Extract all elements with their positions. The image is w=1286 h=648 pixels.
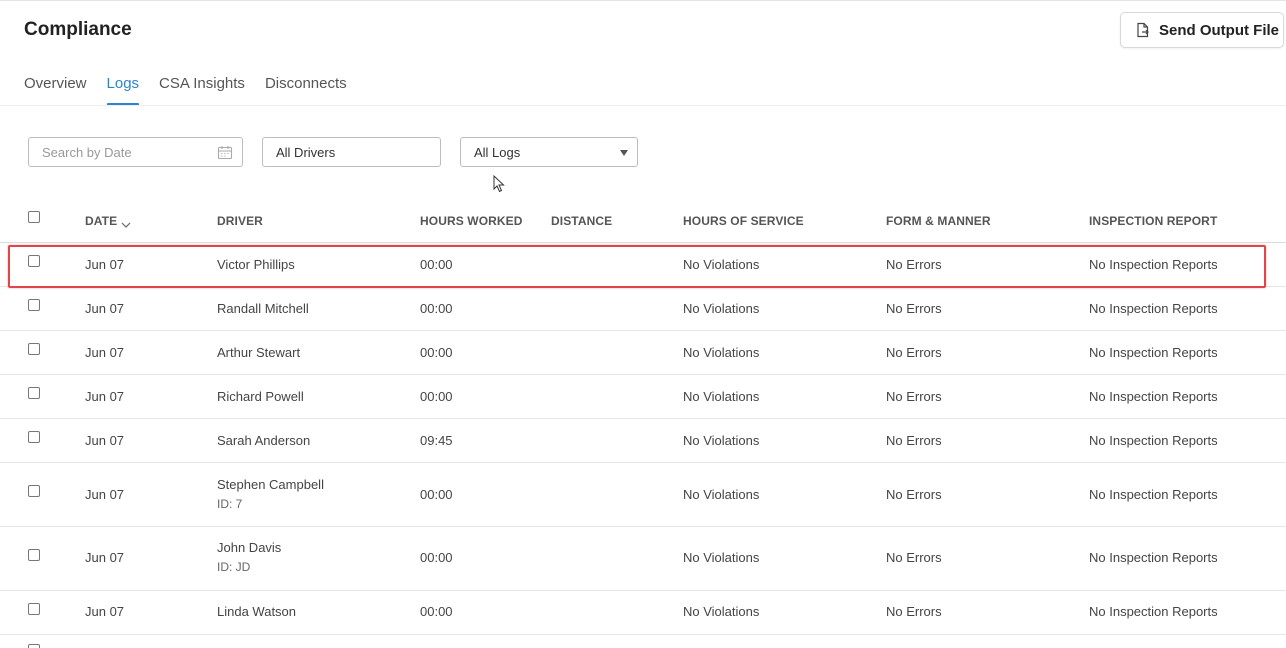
row-hours-of-service: No Violations	[683, 487, 760, 502]
row-hours-worked: 00:00	[420, 550, 453, 565]
row-inspection-report: No Inspection Reports	[1089, 433, 1218, 448]
column-header-inspection-report: INSPECTION REPORT	[1089, 214, 1218, 228]
row-inspection-report: No Inspection Reports	[1089, 604, 1218, 619]
row-checkbox[interactable]	[28, 603, 40, 615]
row-hours-of-service: No Violations	[683, 550, 760, 565]
tab-disconnects[interactable]: Disconnects	[265, 74, 347, 106]
row-hours-of-service: No Violations	[683, 604, 760, 619]
table-row[interactable]: Jun 07 Richard Powell 00:00 No Violation…	[0, 375, 1286, 419]
row-hours-of-service: No Violations	[683, 301, 760, 316]
row-form-manner: No Errors	[886, 604, 942, 619]
caret-down-icon	[620, 150, 628, 156]
row-hours-worked: 00:00	[420, 487, 453, 502]
table-row[interactable]: Jun 07 Victor Phillips 00:00 No Violatio…	[0, 243, 1286, 287]
row-driver[interactable]: Richard Powell	[217, 389, 304, 404]
column-header-driver: DRIVER	[217, 214, 263, 228]
table-row[interactable]: Jun 07 Stephen Campbell ID: 7 00:00 No V…	[0, 463, 1286, 527]
column-header-form-manner: FORM & MANNER	[886, 214, 991, 228]
date-placeholder: Search by Date	[42, 144, 132, 160]
chevron-down-icon	[121, 218, 131, 228]
row-driver[interactable]: John Davis	[217, 540, 281, 555]
row-hours-worked: 00:00	[420, 345, 453, 360]
row-date: Jun 07	[85, 433, 125, 448]
row-driver-id: ID: JD	[217, 560, 251, 574]
row-form-manner: No Errors	[886, 257, 942, 272]
row-hours-worked: 00:00	[420, 301, 453, 316]
row-inspection-report: No Inspection Reports	[1089, 550, 1218, 565]
row-inspection-report: No Inspection Reports	[1089, 301, 1218, 316]
row-date: Jun 07	[85, 389, 125, 404]
row-form-manner: No Errors	[886, 487, 942, 502]
row-hours-worked: 00:00	[420, 604, 453, 619]
row-date: Jun 07	[85, 604, 125, 619]
column-header-date[interactable]: DATE	[85, 214, 131, 228]
row-checkbox[interactable]	[28, 431, 40, 443]
row-hours-worked: 09:45	[420, 433, 453, 448]
row-date: Jun 07	[85, 550, 125, 565]
row-form-manner: No Errors	[886, 301, 942, 316]
row-checkbox[interactable]	[28, 549, 40, 561]
drivers-filter[interactable]: All Drivers	[262, 137, 441, 167]
search-by-date-input[interactable]: Search by Date	[28, 137, 243, 167]
row-inspection-report: No Inspection Reports	[1089, 487, 1218, 502]
page-title: Compliance	[24, 19, 132, 40]
tab-overview[interactable]: Overview	[24, 74, 87, 106]
row-driver[interactable]: Victor Phillips	[217, 257, 295, 272]
row-inspection-report: No Inspection Reports	[1089, 389, 1218, 404]
row-date: Jun 07	[85, 487, 125, 502]
table-row[interactable]: Jun 07 John Davis ID: JD 00:00 No Violat…	[0, 527, 1286, 591]
row-form-manner: No Errors	[886, 550, 942, 565]
row-hours-of-service: No Violations	[683, 433, 760, 448]
row-checkbox[interactable]	[28, 299, 40, 311]
date-header-label: DATE	[85, 214, 118, 228]
row-checkbox[interactable]	[28, 343, 40, 355]
row-form-manner: No Errors	[886, 389, 942, 404]
table-row[interactable]: Jun 07 Randall Mitchell 00:00 No Violati…	[0, 287, 1286, 331]
tabs-divider	[0, 105, 1286, 106]
row-form-manner: No Errors	[886, 433, 942, 448]
tab-bar: Overview Logs CSA Insights Disconnects	[24, 74, 367, 106]
row-driver[interactable]: Sarah Anderson	[217, 433, 310, 448]
top-border	[0, 0, 1286, 1]
row-checkbox[interactable]	[28, 485, 40, 497]
row-driver[interactable]: Arthur Stewart	[217, 345, 300, 360]
table-row[interactable]: Jun 07 Arthur Stewart 00:00 No Violation…	[0, 331, 1286, 375]
row-driver[interactable]: Linda Watson	[217, 604, 296, 619]
column-header-hours-of-service: HOURS OF SERVICE	[683, 214, 804, 228]
row-date: Jun 07	[85, 345, 125, 360]
select-all-checkbox[interactable]	[28, 211, 40, 223]
row-inspection-report: No Inspection Reports	[1089, 257, 1218, 272]
row-date: Jun 07	[85, 257, 125, 272]
logs-filter-select[interactable]: All Logs	[460, 137, 638, 167]
column-header-hours-worked: HOURS WORKED	[420, 214, 523, 228]
send-output-file-button[interactable]: Send Output File	[1120, 12, 1284, 48]
column-header-distance: DISTANCE	[551, 214, 613, 228]
mouse-pointer-icon	[493, 175, 505, 193]
tab-csa-insights[interactable]: CSA Insights	[159, 74, 245, 106]
row-checkbox[interactable]	[28, 255, 40, 267]
row-hours-worked: 00:00	[420, 257, 453, 272]
row-hours-worked: 00:00	[420, 389, 453, 404]
row-driver[interactable]: Randall Mitchell	[217, 301, 309, 316]
file-export-icon	[1135, 22, 1151, 38]
row-checkbox[interactable]	[28, 387, 40, 399]
tab-logs[interactable]: Logs	[106, 74, 139, 106]
row-driver[interactable]: Stephen Campbell	[217, 477, 324, 492]
calendar-icon[interactable]	[217, 145, 233, 160]
send-output-file-label: Send Output File	[1159, 21, 1279, 39]
row-hours-of-service: No Violations	[683, 345, 760, 360]
drivers-filter-value: All Drivers	[276, 144, 336, 160]
table-row[interactable]: Jun 07 Linda Watson 00:00 No Violations …	[0, 591, 1286, 635]
row-driver-id: ID: 7	[217, 497, 243, 511]
logs-filter-value: All Logs	[474, 144, 521, 160]
row-hours-of-service: No Violations	[683, 389, 760, 404]
row-form-manner: No Errors	[886, 345, 942, 360]
row-date: Jun 07	[85, 301, 125, 316]
row-inspection-report: No Inspection Reports	[1089, 345, 1218, 360]
row-checkbox[interactable]	[28, 644, 40, 648]
table-row[interactable]: Jun 07 Sarah Anderson 09:45 No Violation…	[0, 419, 1286, 463]
row-hours-of-service: No Violations	[683, 257, 760, 272]
